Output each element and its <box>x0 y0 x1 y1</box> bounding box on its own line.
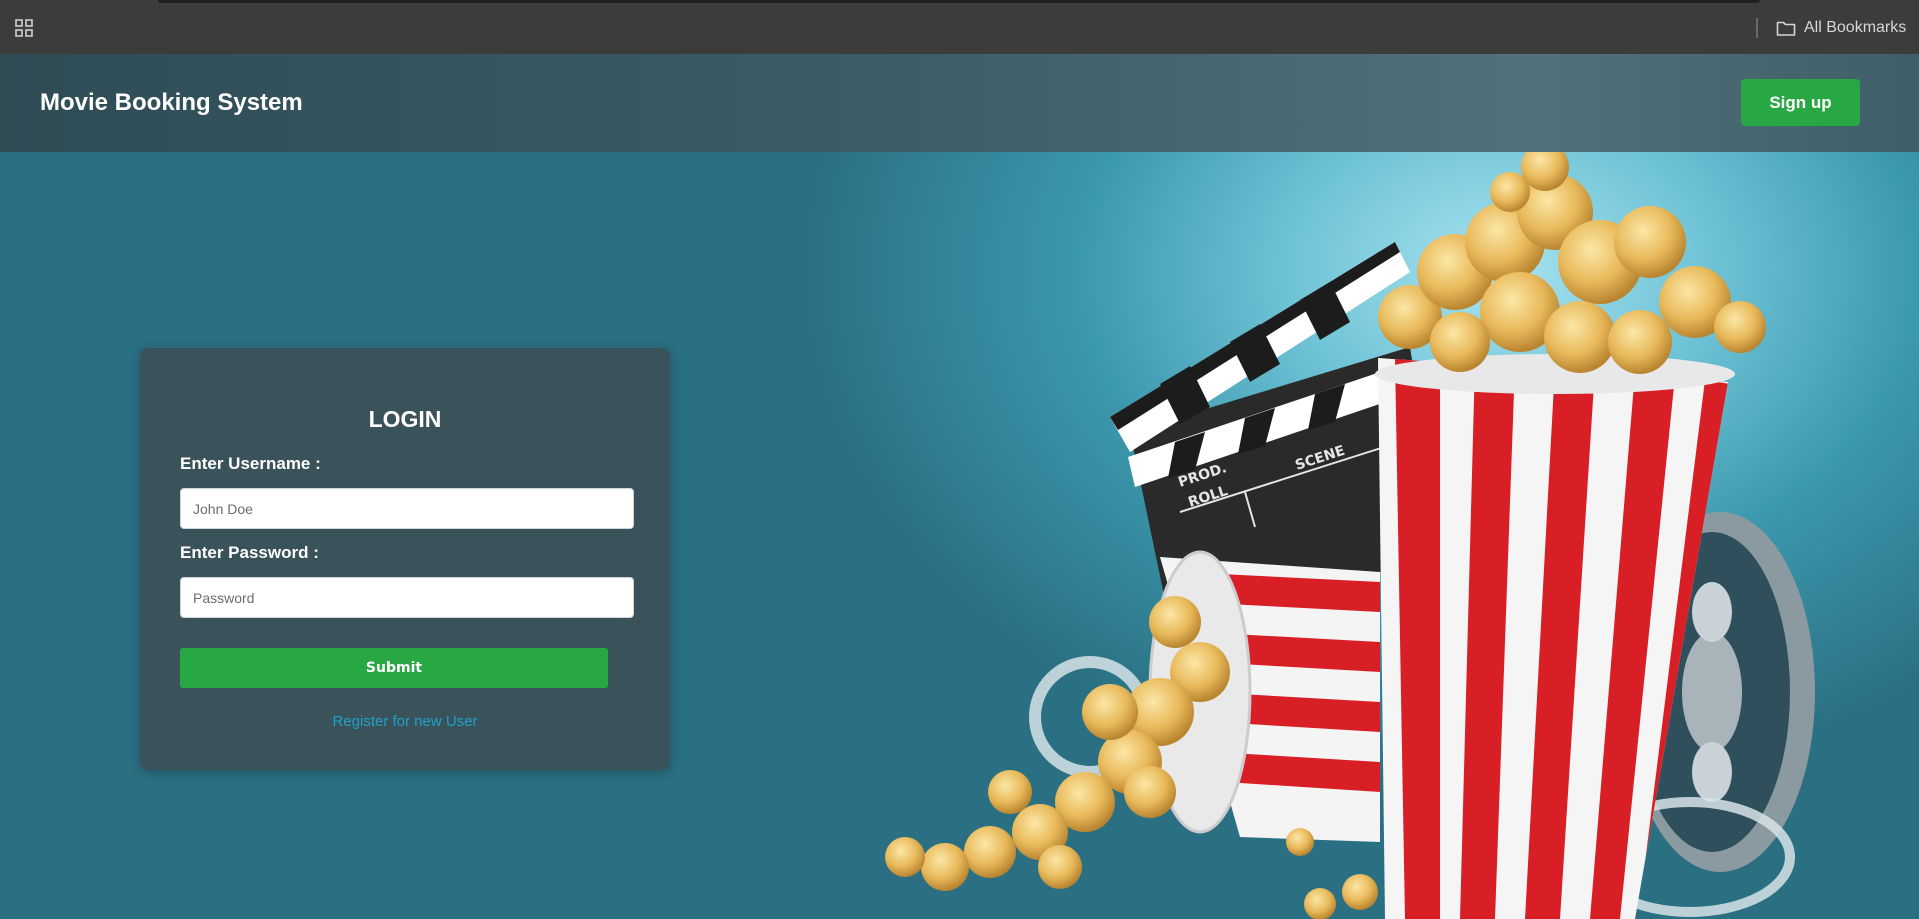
site-title: Movie Booking System <box>40 89 303 116</box>
all-bookmarks-label: All Bookmarks <box>1804 19 1907 36</box>
password-label: Enter Password : <box>180 543 319 562</box>
apps-grid-icon[interactable] <box>14 18 34 38</box>
tab-strip-edge <box>158 0 1760 3</box>
register-link[interactable]: Register for new User <box>140 713 670 730</box>
login-title: LOGIN <box>368 406 442 432</box>
bookmarks-separator <box>1756 18 1758 38</box>
folder-icon <box>1776 21 1796 36</box>
password-input[interactable] <box>180 577 634 618</box>
bookmarks-bar: All Bookmarks <box>0 0 1919 54</box>
submit-button[interactable]: Submit <box>180 648 608 688</box>
signup-button[interactable]: Sign up <box>1741 79 1860 126</box>
all-bookmarks-button[interactable]: All Bookmarks <box>1776 17 1906 39</box>
username-input[interactable] <box>180 488 634 529</box>
username-label: Enter Username : <box>180 454 321 473</box>
popcorn-pile-top <box>1378 152 1766 374</box>
login-card: LOGIN Enter Username : Enter Password : … <box>140 348 670 770</box>
hero-section: PROD. ROLL SCENE LOGIN Enter Username: … <box>0 152 1919 919</box>
site-header: Movie Booking System Sign up <box>0 54 1919 152</box>
